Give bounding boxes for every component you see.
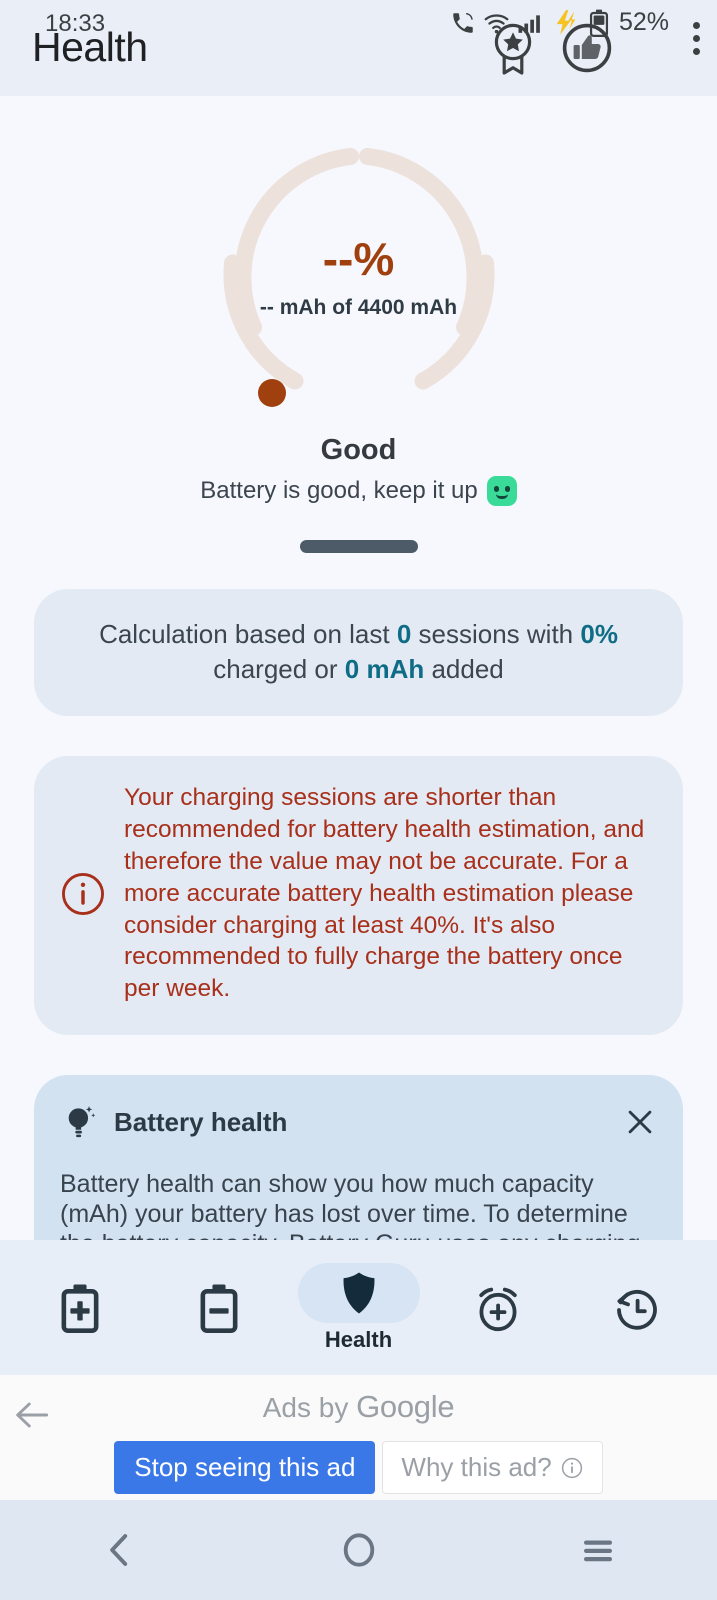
battery-health-tip-card: Battery health Battery health can show y… <box>34 1075 683 1240</box>
dot <box>693 48 700 55</box>
calc-sessions-value: 0 <box>396 619 412 649</box>
system-recents-icon <box>583 1540 612 1562</box>
emoji-eye-right <box>504 486 510 492</box>
star-ribbon-badge-icon <box>494 23 532 75</box>
alarm-plus-icon <box>479 1287 517 1331</box>
tip-card-body: Battery health can show you how much cap… <box>60 1170 640 1240</box>
phone-call-icon <box>453 12 473 33</box>
green-smiley-face-emoji <box>486 476 517 506</box>
emoji-mouth <box>495 494 508 499</box>
system-home-icon <box>343 1533 374 1567</box>
nav-active-pill <box>297 1262 420 1323</box>
ads-by-google-label: Ads by Google <box>0 1389 717 1425</box>
battery-minus-icon <box>200 1284 238 1333</box>
bottom-sheet-drag-handle[interactable] <box>299 540 418 553</box>
page-title: Health <box>32 24 148 70</box>
tip-card-header: Battery health <box>60 1101 657 1143</box>
nav-item-health-label: Health <box>324 1326 393 1352</box>
warning-card: Your charging sessions are shorter than … <box>34 756 683 1036</box>
info-circle-icon <box>62 872 104 915</box>
why-this-ad-label: Why this ad? <box>401 1452 552 1482</box>
nav-item-history[interactable] <box>568 1240 707 1375</box>
system-recents-button[interactable] <box>478 1529 717 1571</box>
calc-mah-value: 0 mAh <box>344 653 425 684</box>
app-bar: 18:33 52% Health <box>0 0 717 96</box>
ad-buttons: Stop seeing this ad Why this ad? <box>0 1441 717 1494</box>
history-clock-icon <box>617 1289 658 1330</box>
bottom-navigation: Health <box>0 1240 717 1375</box>
calc-prefix: Calculation based on last <box>99 619 397 649</box>
calculation-card: Calculation based on last 0 sessions wit… <box>34 589 683 717</box>
health-status-description: Battery is good, keep it up <box>0 476 717 506</box>
gauge-percent-value: --% <box>322 233 395 285</box>
gauge-center-readout: --% -- mAh of 4400 mAh <box>209 236 509 320</box>
phone-screen: 18:33 52% Health --% -- mAh of 4400 mAh … <box>0 0 717 1600</box>
calc-suffix: added <box>424 653 504 684</box>
why-this-ad-button[interactable]: Why this ad? <box>382 1441 603 1494</box>
gauge-indicator-dot <box>257 379 286 407</box>
nav-item-discharge[interactable] <box>149 1240 288 1375</box>
thumbs-up-badge-icon <box>562 23 612 73</box>
calc-percent-value: 0% <box>580 619 618 649</box>
system-back-button[interactable] <box>0 1529 239 1571</box>
ads-by-prefix: Ads by <box>262 1392 357 1423</box>
warning-text: Your charging sessions are shorter than … <box>124 784 645 1003</box>
status-battery-percent: 52% <box>618 8 669 36</box>
nav-item-health[interactable]: Health <box>289 1240 428 1375</box>
system-back-icon <box>109 1534 127 1566</box>
nav-item-alarm[interactable] <box>428 1240 567 1375</box>
gauge-capacity-text: -- mAh of 4400 mAh <box>259 296 458 319</box>
google-wordmark: Google <box>356 1389 455 1424</box>
battery-plus-icon <box>61 1284 99 1333</box>
overflow-menu-icon[interactable] <box>693 22 700 55</box>
calc-mid2: charged or <box>213 653 345 684</box>
calc-mid1: sessions with <box>411 619 581 649</box>
stop-seeing-this-ad-button[interactable]: Stop seeing this ad <box>114 1441 376 1494</box>
dot <box>693 35 700 42</box>
status-icons: 52% <box>450 8 669 37</box>
info-icon <box>561 1457 582 1478</box>
close-icon[interactable] <box>623 1105 657 1139</box>
shield-icon <box>343 1271 374 1314</box>
lightbulb-sparkle-icon <box>68 1106 96 1138</box>
nav-item-charge[interactable] <box>10 1240 149 1375</box>
emoji-eye-left <box>493 486 499 492</box>
system-home-button[interactable] <box>239 1529 478 1571</box>
health-status-title: Good <box>320 434 397 466</box>
ad-strip: Ads by Google Stop seeing this ad Why th… <box>0 1375 717 1500</box>
battery-health-gauge: --% -- mAh of 4400 mAh <box>209 128 509 428</box>
tip-card-title: Battery health <box>114 1106 288 1137</box>
dot <box>693 22 700 29</box>
system-navigation-bar <box>0 1500 717 1600</box>
scroll-content[interactable]: --% -- mAh of 4400 mAh Good Battery is g… <box>0 96 717 1240</box>
health-status-text: Battery is good, keep it up <box>200 477 478 504</box>
